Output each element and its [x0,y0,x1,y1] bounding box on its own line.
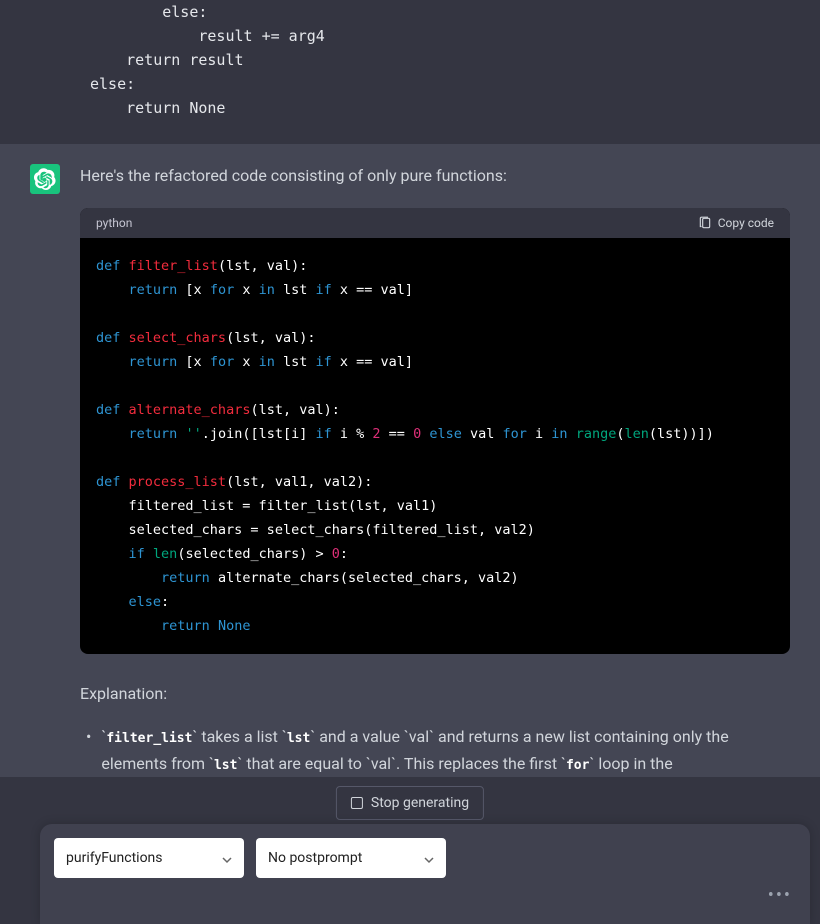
stop-generating-button[interactable]: Stop generating [336,786,484,820]
code-language-label: python [96,216,132,230]
assistant-content: Here's the refactored code consisting of… [80,164,790,777]
intro-text: Here's the refactored code consisting of… [80,164,790,188]
explanation-heading: Explanation: [80,684,790,703]
explanation-bullet: • `filter_list` takes a list `lst` and a… [80,723,790,777]
postprompt-select[interactable]: No postprompt [256,838,446,878]
chevron-down-icon [424,853,434,863]
copy-code-button[interactable]: Copy code [698,216,774,230]
user-code-snippet: else: result += arg4 return result else:… [90,0,820,120]
code-content: def filter_list(lst, val): return [x for… [80,238,790,654]
prompt-select[interactable]: purifyFunctions [54,838,244,878]
bullet-marker: • [86,723,91,777]
assistant-response-section: Here's the refactored code consisting of… [0,144,820,777]
more-options-button[interactable]: ••• [768,885,792,906]
input-bar: purifyFunctions No postprompt ••• [40,824,810,924]
stop-icon [351,797,363,809]
chevron-down-icon [222,853,232,863]
openai-logo-icon [34,168,56,190]
code-header: python Copy code [80,208,790,238]
code-block: python Copy code def filter_list(lst, va… [80,208,790,654]
assistant-avatar [30,164,60,194]
user-message-section: else: result += arg4 return result else:… [0,0,820,144]
clipboard-icon [698,216,712,230]
